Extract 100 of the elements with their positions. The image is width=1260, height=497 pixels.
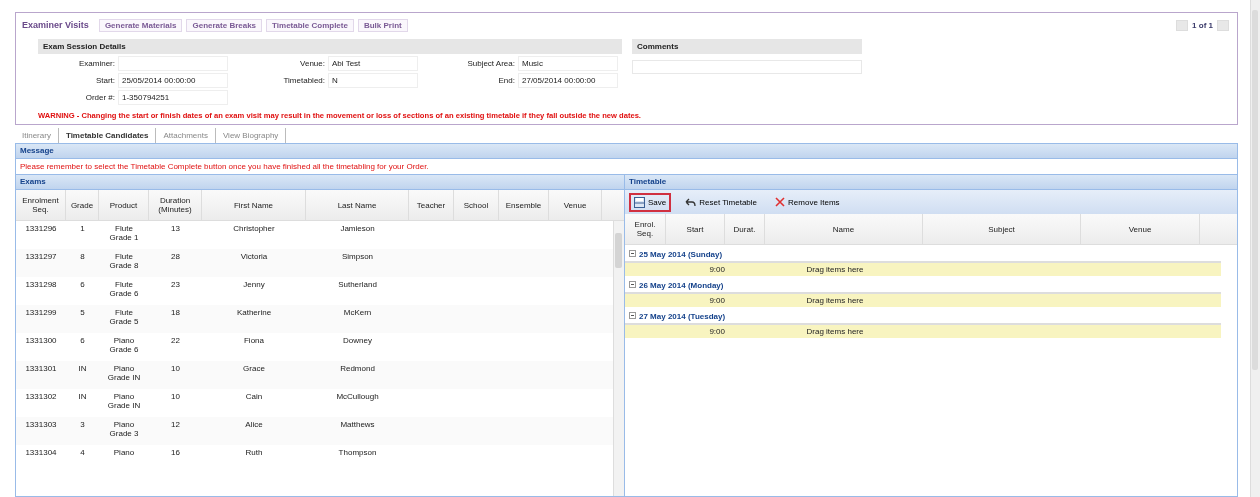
remove-button[interactable]: Remove Items xyxy=(771,194,844,210)
table-cell: 3 xyxy=(80,420,85,429)
collapse-icon[interactable] xyxy=(629,281,636,288)
table-cell: 10 xyxy=(171,392,180,401)
column-header[interactable]: Enrolment Seq. xyxy=(16,190,66,220)
panel-header: Timetable xyxy=(625,175,1237,190)
column-header[interactable]: Venue xyxy=(1081,214,1200,244)
table-cell: 1331303 xyxy=(25,420,57,429)
table-cell: 1331299 xyxy=(25,308,57,317)
table-cell-text: 9:00 xyxy=(708,296,726,305)
scrollbar[interactable] xyxy=(613,221,624,496)
toolbar-button[interactable]: Generate Breaks xyxy=(186,18,263,32)
table-cell: McKern xyxy=(343,308,372,317)
table-cell: 16 xyxy=(171,448,180,457)
field-value: Music xyxy=(518,56,618,71)
group-header[interactable]: 26 May 2014 (Monday) xyxy=(639,281,724,290)
table-cell: Katherine xyxy=(236,308,272,317)
column-header[interactable]: Start xyxy=(666,214,725,244)
collapse-icon[interactable] xyxy=(629,250,636,257)
column-header[interactable]: Durat. xyxy=(725,214,765,244)
table-cell-text: Piano Grade 3 xyxy=(108,420,140,438)
toolbar-button[interactable]: Timetable Complete xyxy=(266,18,354,32)
column-header[interactable]: Last Name xyxy=(306,190,409,220)
column-header[interactable]: Duration (Minutes) xyxy=(149,190,202,220)
table-cell: 1331301 xyxy=(25,364,57,373)
table-cell: Fiona xyxy=(244,336,264,345)
message-text: Please remember to select the Timetable Complete button once you have finished all the timetabling for your Order. xyxy=(19,161,430,173)
toolbar-button[interactable]: Generate Materials xyxy=(98,18,183,32)
column-header[interactable]: Grade xyxy=(66,190,99,220)
table-cell: Jamieson xyxy=(340,224,375,233)
table-cell: Cain xyxy=(245,392,263,401)
table-cell-text: Flute Grade 5 xyxy=(108,308,140,326)
table-cell: 28 xyxy=(171,252,180,261)
table-cell: McCullough xyxy=(336,392,379,401)
table-cell: IN xyxy=(78,364,87,373)
table-cell: IN xyxy=(78,392,87,401)
next-page-button[interactable] xyxy=(1217,19,1229,31)
column-header[interactable]: Product xyxy=(99,190,149,220)
column-header[interactable]: Name xyxy=(765,214,923,244)
reset-button[interactable]: Reset Timetable xyxy=(681,194,762,210)
table-cell: 1331302 xyxy=(25,392,57,401)
table-cell-text: 9:00 xyxy=(708,327,726,336)
table-cell-text: Drag items here xyxy=(805,265,865,274)
page-indicator: 1 of 1 xyxy=(1192,20,1213,30)
save-button[interactable]: Save xyxy=(629,192,672,212)
field-label: End: xyxy=(497,76,516,85)
table-cell: 13 xyxy=(171,224,180,233)
collapse-icon[interactable] xyxy=(629,312,636,319)
table-cell: 5 xyxy=(80,308,85,317)
field-label: Timetabled: xyxy=(282,76,326,85)
table-cell: 1331300 xyxy=(25,336,57,345)
field-value: 25/05/2014 00:00:00 xyxy=(118,73,228,88)
field-value: 27/05/2014 00:00:00 xyxy=(518,73,618,88)
table-cell-text: Flute Grade 1 xyxy=(108,224,140,242)
table-cell: Jenny xyxy=(243,280,265,289)
previous-page-button[interactable] xyxy=(1176,19,1189,31)
section-header: Comments xyxy=(632,39,862,54)
table-cell-text: Flute Grade 8 xyxy=(108,252,140,270)
field-label: Subject Area: xyxy=(466,59,516,68)
field-label: Examiner: xyxy=(78,59,116,68)
table-cell-text: Drag items here xyxy=(805,327,865,336)
table-cell-text: Piano Grade 6 xyxy=(108,336,140,354)
close-icon xyxy=(775,197,786,207)
table-cell-text: Flute Grade 6 xyxy=(108,280,140,298)
field-label: Venue: xyxy=(299,59,326,68)
page-title: Examiner Visits xyxy=(22,20,89,30)
group-header[interactable]: 25 May 2014 (Sunday) xyxy=(639,250,723,259)
column-header[interactable]: School xyxy=(454,190,499,220)
table-cell: 23 xyxy=(171,280,180,289)
table-cell: 1331296 xyxy=(25,224,57,233)
table-cell: 8 xyxy=(80,252,85,261)
group-header[interactable]: 27 May 2014 (Tuesday) xyxy=(639,312,726,321)
column-header[interactable]: Enrol. Seq. xyxy=(625,214,666,244)
table-cell: Simpson xyxy=(341,252,374,261)
section-header: Exam Session Details xyxy=(38,39,622,54)
table-cell: 1331304 xyxy=(25,448,57,457)
table-cell: 1331298 xyxy=(25,280,57,289)
drop-row[interactable]: 9:00 Drag items here xyxy=(625,292,1221,307)
table-cell: Matthews xyxy=(340,420,375,429)
table-cell: Downey xyxy=(343,336,372,345)
toolbar-button[interactable]: Bulk Print xyxy=(357,18,408,32)
table-cell: Christopher xyxy=(233,224,275,233)
field-value: Abi Test xyxy=(328,56,418,71)
save-icon xyxy=(634,196,645,208)
drop-row[interactable]: 9:00 Drag items here xyxy=(625,261,1221,276)
column-header[interactable]: Ensemble xyxy=(499,190,549,220)
table-cell: 1331297 xyxy=(25,252,57,261)
panel-header: Message xyxy=(16,144,1237,159)
column-header[interactable]: Venue xyxy=(549,190,602,220)
panel-header: Exams xyxy=(16,175,624,190)
column-header[interactable]: Teacher xyxy=(409,190,454,220)
scrollbar[interactable] xyxy=(1250,0,1260,497)
drop-row[interactable]: 9:00 Drag items here xyxy=(625,323,1221,338)
table-cell: 12 xyxy=(171,420,180,429)
table-cell: 4 xyxy=(80,448,85,457)
column-header[interactable]: First Name xyxy=(202,190,306,220)
table-cell-text: Piano xyxy=(112,448,136,457)
column-header[interactable]: Subject xyxy=(923,214,1081,244)
table-cell: Piano Grade IN xyxy=(106,392,142,410)
table-cell: 10 xyxy=(171,364,180,373)
